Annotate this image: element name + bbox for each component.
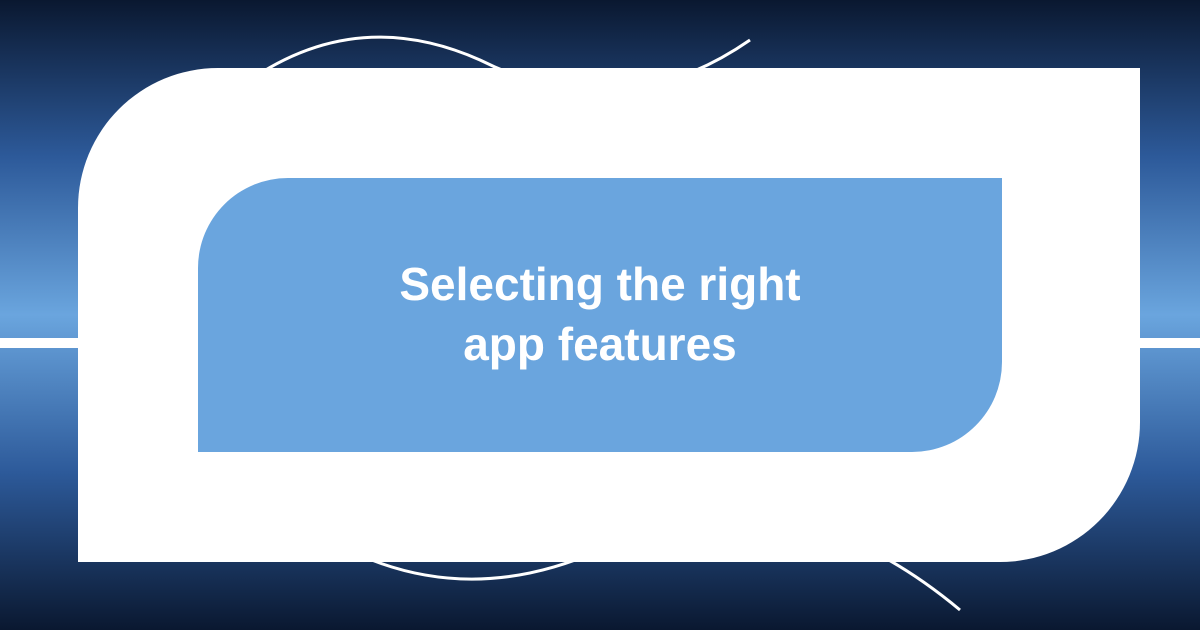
decorative-line-left bbox=[0, 338, 80, 348]
title-line-1: Selecting the right bbox=[399, 258, 800, 310]
decorative-line-right bbox=[1140, 338, 1200, 348]
inner-title-panel: Selecting the right app features bbox=[198, 178, 1002, 452]
page-title: Selecting the right app features bbox=[359, 255, 840, 375]
title-line-2: app features bbox=[463, 318, 737, 370]
